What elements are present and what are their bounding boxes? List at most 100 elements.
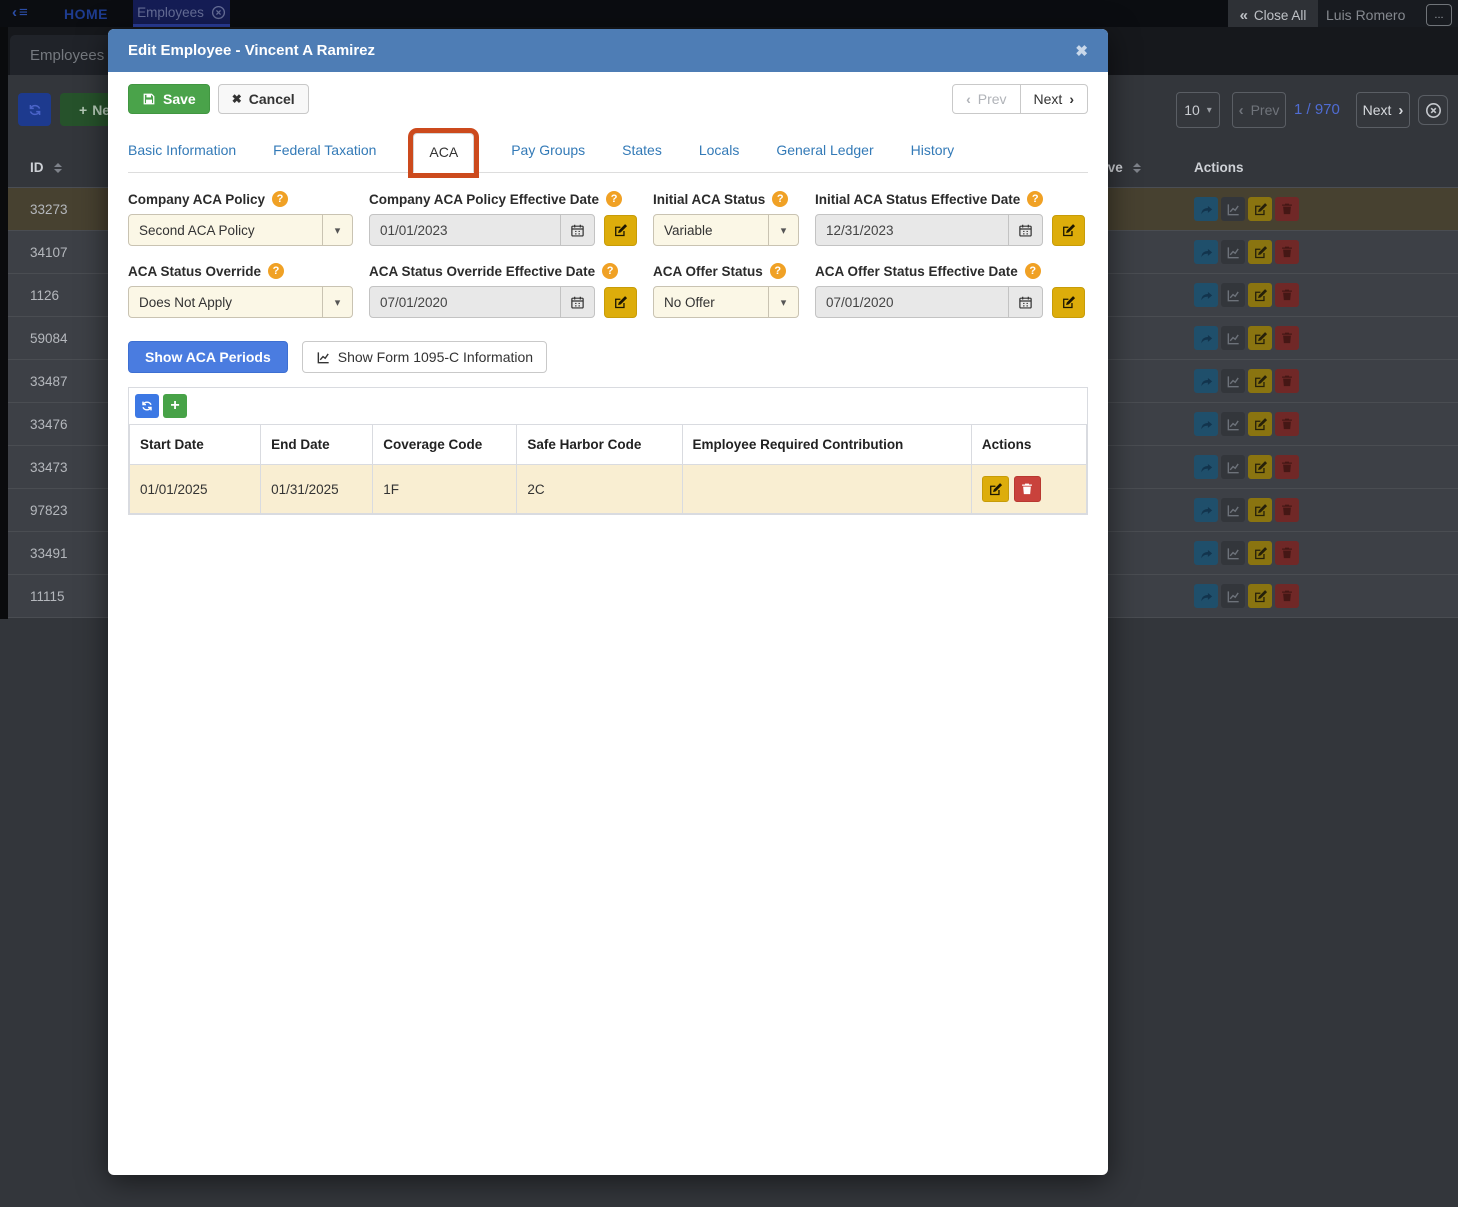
calendar-icon[interactable] — [1008, 287, 1042, 317]
edit-date-button[interactable] — [604, 286, 637, 318]
delete-button[interactable] — [1275, 541, 1299, 565]
refresh-button[interactable] — [135, 394, 159, 418]
tab-employees[interactable]: Employees — [133, 0, 230, 27]
coverage-code-cell: 1F — [372, 464, 518, 514]
delete-button[interactable] — [1275, 455, 1299, 479]
initial-aca-status-select[interactable]: Variable ▾ — [653, 214, 799, 246]
share-button[interactable] — [1194, 240, 1218, 264]
add-period-button[interactable]: + — [163, 394, 187, 418]
delete-button[interactable] — [1275, 283, 1299, 307]
company-aca-policy-effective-date-input[interactable]: 01/01/2023 — [369, 214, 595, 246]
modal-close-icon[interactable]: ✖ — [1075, 42, 1088, 60]
chart-button[interactable] — [1221, 455, 1245, 479]
plus-icon: + — [79, 101, 88, 118]
delete-button[interactable] — [1275, 498, 1299, 522]
cancel-button[interactable]: ✖ Cancel — [217, 84, 309, 114]
share-button[interactable] — [1194, 412, 1218, 436]
chart-button[interactable] — [1221, 369, 1245, 393]
edit-period-button[interactable] — [981, 476, 1009, 502]
edit-button[interactable] — [1248, 498, 1272, 522]
share-button[interactable] — [1194, 326, 1218, 350]
company-aca-policy-select[interactable]: Second ACA Policy ▾ — [128, 214, 353, 246]
close-all-button[interactable]: « Close All — [1228, 0, 1318, 30]
prev-record-button[interactable]: ‹ Prev — [952, 84, 1021, 114]
delete-button[interactable] — [1275, 326, 1299, 350]
background-prev-button[interactable]: ‹ Prev — [1232, 92, 1286, 128]
help-icon[interactable]: ? — [769, 263, 786, 279]
delete-button[interactable] — [1275, 197, 1299, 221]
edit-button[interactable] — [1248, 197, 1272, 221]
edit-date-button[interactable] — [604, 214, 637, 246]
chart-button[interactable] — [1221, 541, 1245, 565]
help-icon[interactable]: ? — [606, 191, 623, 207]
initial-aca-status-effective-date-input[interactable]: 12/31/2023 — [815, 214, 1043, 246]
help-icon[interactable]: ? — [772, 191, 789, 207]
edit-button[interactable] — [1248, 369, 1272, 393]
sidebar-toggle-icon[interactable]: ‹≡ — [12, 4, 30, 21]
aca-status-override-select[interactable]: Does Not Apply ▾ — [128, 286, 353, 318]
help-icon[interactable]: ? — [272, 191, 289, 207]
edit-button[interactable] — [1248, 326, 1272, 350]
more-options-button[interactable]: ... — [1426, 4, 1452, 26]
delete-period-button[interactable] — [1013, 476, 1041, 502]
share-button[interactable] — [1194, 498, 1218, 522]
chart-button[interactable] — [1221, 240, 1245, 264]
help-icon[interactable]: ? — [1024, 263, 1041, 279]
edit-date-button[interactable] — [1052, 214, 1085, 246]
chart-button[interactable] — [1221, 498, 1245, 522]
calendar-icon[interactable] — [1008, 215, 1042, 245]
edit-button[interactable] — [1248, 240, 1272, 264]
tab-history[interactable]: History — [911, 132, 955, 172]
chart-button[interactable] — [1221, 584, 1245, 608]
column-header-partial[interactable]: ive — [1104, 160, 1141, 175]
chart-button[interactable] — [1221, 412, 1245, 436]
save-button[interactable]: Save — [128, 84, 210, 114]
tab-states[interactable]: States — [622, 132, 662, 172]
tab-aca[interactable]: ACA — [413, 133, 475, 173]
share-button[interactable] — [1194, 369, 1218, 393]
next-record-button[interactable]: Next › — [1019, 84, 1088, 114]
user-menu[interactable]: Luis Romero ... — [1318, 0, 1458, 30]
tab-general-ledger[interactable]: General Ledger — [776, 132, 873, 172]
chart-button[interactable] — [1221, 283, 1245, 307]
delete-button[interactable] — [1275, 412, 1299, 436]
close-circle-icon[interactable] — [211, 5, 226, 20]
period-row[interactable]: 01/01/2025 01/31/2025 1F 2C — [128, 464, 1088, 514]
tab-federal-taxation[interactable]: Federal Taxation — [273, 132, 376, 172]
edit-button[interactable] — [1248, 283, 1272, 307]
tab-basic-information[interactable]: Basic Information — [128, 132, 236, 172]
chart-button[interactable] — [1221, 326, 1245, 350]
help-icon[interactable]: ? — [1027, 191, 1044, 207]
delete-button[interactable] — [1275, 369, 1299, 393]
home-link[interactable]: HOME — [64, 6, 108, 22]
edit-date-button[interactable] — [1052, 286, 1085, 318]
tab-locals[interactable]: Locals — [699, 132, 739, 172]
edit-button[interactable] — [1248, 584, 1272, 608]
help-icon[interactable]: ? — [268, 263, 285, 279]
column-header-id[interactable]: ID — [30, 160, 62, 175]
show-form-1095c-button[interactable]: Show Form 1095-C Information — [301, 341, 548, 373]
calendar-icon[interactable] — [560, 287, 594, 317]
aca-offer-status-select[interactable]: No Offer ▾ — [653, 286, 799, 318]
clear-filters-button[interactable] — [1418, 95, 1448, 125]
page-size-select[interactable]: 10 ▾ — [1176, 92, 1220, 128]
background-next-button[interactable]: Next › — [1356, 92, 1410, 128]
tab-pay-groups[interactable]: Pay Groups — [511, 132, 585, 172]
calendar-icon[interactable] — [560, 215, 594, 245]
background-refresh-button[interactable] — [18, 93, 51, 126]
edit-button[interactable] — [1248, 541, 1272, 565]
share-button[interactable] — [1194, 197, 1218, 221]
aca-offer-status-effective-date-input[interactable]: 07/01/2020 — [815, 286, 1043, 318]
chart-button[interactable] — [1221, 197, 1245, 221]
share-button[interactable] — [1194, 283, 1218, 307]
aca-status-override-effective-date-input[interactable]: 07/01/2020 — [369, 286, 595, 318]
delete-button[interactable] — [1275, 584, 1299, 608]
help-icon[interactable]: ? — [602, 263, 619, 279]
delete-button[interactable] — [1275, 240, 1299, 264]
share-button[interactable] — [1194, 455, 1218, 479]
share-button[interactable] — [1194, 541, 1218, 565]
edit-button[interactable] — [1248, 412, 1272, 436]
edit-button[interactable] — [1248, 455, 1272, 479]
show-aca-periods-button[interactable]: Show ACA Periods — [128, 341, 288, 373]
share-button[interactable] — [1194, 584, 1218, 608]
